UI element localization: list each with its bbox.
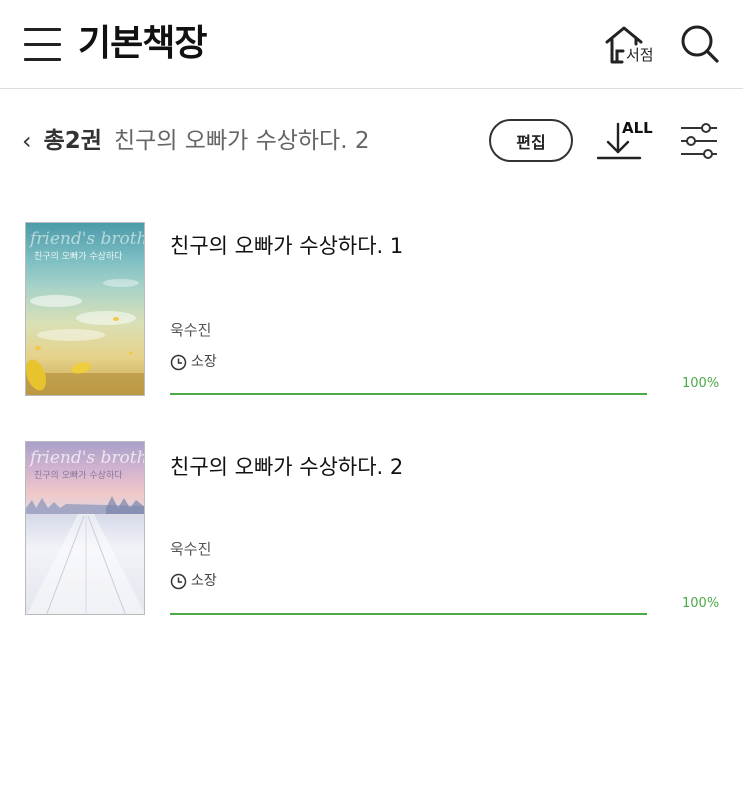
store-button[interactable]: 서점 xyxy=(604,24,658,68)
book-author: 욱수진 xyxy=(170,321,212,339)
ownership-status: 소장 xyxy=(170,352,217,372)
download-all-button[interactable]: ALL xyxy=(596,118,656,162)
book-list-item[interactable]: friend's brother 친구의 오빠가 수상하다 친구의 오빠가 수상… xyxy=(0,222,743,398)
reading-progress-text: 100% xyxy=(682,376,720,391)
book-cover[interactable]: friend's brother 친구의 오빠가 수상하다 xyxy=(25,222,145,396)
page-title: 기본책장 xyxy=(78,23,207,64)
reading-progress-bar xyxy=(170,393,647,395)
search-button[interactable] xyxy=(680,24,720,66)
reading-progress-fill xyxy=(170,393,647,395)
cover-english-title: friend's brother xyxy=(30,229,144,249)
ownership-label: 소장 xyxy=(191,354,217,370)
book-cover[interactable]: friend's brother 친구의 오빠가 수상하다 xyxy=(25,441,145,615)
clock-icon xyxy=(170,354,187,370)
clock-icon xyxy=(170,573,187,589)
download-all-label: ALL xyxy=(622,119,653,137)
edit-button[interactable]: 편집 xyxy=(489,119,573,162)
filter-button[interactable] xyxy=(679,121,719,161)
chevron-left-icon: ‹ xyxy=(22,127,32,155)
hamburger-menu-icon[interactable] xyxy=(24,27,62,63)
ownership-label: 소장 xyxy=(191,573,217,589)
book-title[interactable]: 친구의 오빠가 수상하다. 2 xyxy=(170,453,403,481)
cover-korean-title: 친구의 오빠가 수상하다 xyxy=(34,471,123,481)
book-list-item[interactable]: friend's brother 친구의 오빠가 수상하다 친구의 오빠가 수상… xyxy=(0,441,743,617)
reading-progress-fill xyxy=(170,613,647,615)
ownership-status: 소장 xyxy=(170,571,217,591)
book-title[interactable]: 친구의 오빠가 수상하다. 1 xyxy=(170,232,403,260)
sliders-icon xyxy=(681,123,717,159)
back-button[interactable]: ‹ 총2권 xyxy=(22,124,102,158)
series-title: 친구의 오빠가 수상하다. 2 xyxy=(114,128,370,154)
reading-progress-bar xyxy=(170,613,647,615)
book-count: 총2권 xyxy=(43,128,102,154)
search-icon xyxy=(681,25,719,63)
cover-korean-title: 친구의 오빠가 수상하다 xyxy=(34,252,123,262)
book-author: 욱수진 xyxy=(170,540,212,558)
reading-progress-text: 100% xyxy=(682,596,720,611)
cover-english-title: friend's brother xyxy=(30,448,144,468)
store-label: 서점 xyxy=(626,46,654,64)
app-header: 기본책장 서점 xyxy=(0,0,743,89)
